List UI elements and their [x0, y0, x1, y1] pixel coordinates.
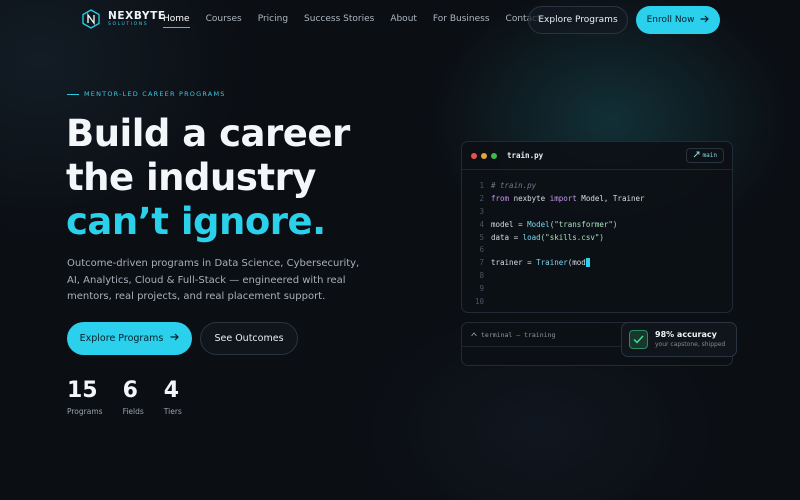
- line-number: 7: [479, 258, 484, 268]
- stat-label: Programs: [67, 407, 103, 416]
- enroll-now-button[interactable]: Enroll Now: [636, 6, 720, 34]
- code-keyword: from: [491, 193, 510, 203]
- line-number: 5: [479, 232, 484, 242]
- line-number: 6: [479, 245, 484, 255]
- headline-text: Build a career the industry: [66, 112, 350, 199]
- explore-programs-label: Explore Programs: [79, 333, 164, 344]
- hero-stats: 15 Programs 6 Fields 4 Tiers: [67, 378, 202, 416]
- branch-badge: main: [685, 148, 724, 163]
- code-line: 5 data = load ("skills.csv"): [462, 231, 732, 244]
- stat-label: Tiers: [163, 407, 182, 416]
- line-number: 1: [479, 180, 484, 190]
- code-line: 1 # train.py: [462, 179, 732, 192]
- see-outcomes-label: See Outcomes: [214, 333, 284, 344]
- nav-link-pricing[interactable]: Pricing: [258, 14, 288, 24]
- line-number: 2: [479, 193, 484, 203]
- nav-link-success-stories[interactable]: Success Stories: [304, 14, 374, 24]
- code-filename: train.py: [507, 151, 544, 160]
- code-line: 8: [462, 269, 732, 282]
- nav-explore-label: Explore Programs: [538, 15, 618, 25]
- code-text: nexbyte: [509, 193, 550, 203]
- stat-programs: 15 Programs: [67, 378, 103, 416]
- stat-fields: 6 Fields: [123, 378, 144, 416]
- code-comment: # train.py: [491, 180, 537, 190]
- arrow-right-icon: [700, 15, 710, 26]
- code-editor-header: train.py main: [462, 142, 732, 170]
- stat-value: 6: [122, 378, 138, 403]
- checkmark-icon: [629, 330, 648, 349]
- code-line: 2 from nexbyte import Model, Trainer: [462, 192, 732, 205]
- line-number: 4: [479, 219, 484, 229]
- window-maximize-dot: [491, 152, 497, 159]
- line-number: 10: [474, 296, 484, 306]
- line-number: 3: [479, 206, 484, 216]
- code-keyword: import: [549, 193, 577, 203]
- code-line: 3: [462, 205, 732, 218]
- eyebrow-text: MENTOR-LED CAREER PROGRAMS: [84, 90, 226, 98]
- code-line: 10: [462, 295, 732, 308]
- headline-accent: can’t ignore.: [66, 200, 326, 243]
- see-outcomes-button[interactable]: See Outcomes: [200, 322, 298, 355]
- code-editor-card: train.py main 1 # train.py 2 from nexbyte …: [461, 141, 733, 313]
- code-line: 7 trainer = Trainer (mod: [462, 256, 732, 269]
- arrow-right-icon: [170, 333, 180, 344]
- code-text: Model, Trainer: [576, 193, 645, 203]
- stat-tiers: 4 Tiers: [164, 378, 182, 416]
- code-body: 1 # train.py 2 from nexbyte import Model, …: [462, 170, 732, 308]
- stat-value: 15: [67, 378, 98, 403]
- terminal-caret-icon: [471, 331, 477, 339]
- nav-link-for-business[interactable]: For Business: [433, 14, 490, 24]
- code-string: ("skills.csv"): [540, 232, 604, 242]
- nav-link-about[interactable]: About: [390, 14, 417, 24]
- eyebrow-divider: [67, 93, 79, 95]
- hero-subtext: Outcome-driven programs in Data Science,…: [67, 258, 360, 302]
- badge-title: 98% accuracy: [655, 330, 717, 339]
- window-close-dot: [471, 152, 477, 159]
- nav-link-home[interactable]: Home: [163, 14, 190, 28]
- branch-name: main: [702, 152, 717, 159]
- badge-text: 98% accuracy your capstone, shipped: [655, 331, 725, 348]
- code-function: Model: [527, 219, 550, 229]
- code-function: Trainer: [536, 258, 568, 268]
- n-hexagon-icon: [82, 9, 100, 29]
- nav-explore-programs-button[interactable]: Explore Programs: [528, 6, 628, 34]
- code-text: model =: [491, 219, 528, 229]
- hero-headline: Build a career the industry can’t ignore…: [66, 112, 426, 244]
- code-line: 4 model = Model ("transformer"): [462, 218, 732, 231]
- enroll-label: Enroll Now: [646, 15, 695, 25]
- brand-logo[interactable]: NEXBYTE SOLUTIONS: [82, 9, 166, 29]
- code-string: ("transformer"): [549, 219, 618, 229]
- nav-link-courses[interactable]: Courses: [206, 14, 242, 24]
- code-line: 6: [462, 243, 732, 256]
- code-text: trainer =: [491, 258, 537, 268]
- badge-subtitle: your capstone, shipped: [655, 341, 726, 348]
- top-nav: NEXBYTE SOLUTIONS Home Courses Pricing S…: [0, 0, 800, 40]
- code-function: load: [522, 232, 541, 242]
- text-cursor: [585, 258, 590, 268]
- window-minimize-dot: [481, 152, 487, 159]
- stat-value: 4: [163, 378, 180, 403]
- brand-text: NEXBYTE SOLUTIONS: [108, 9, 166, 28]
- terminal-title: terminal — training: [481, 330, 556, 339]
- code-text: (mod: [567, 258, 586, 268]
- code-line: 9: [462, 282, 732, 295]
- line-number: 8: [479, 271, 484, 281]
- git-branch-icon: [693, 151, 700, 160]
- accuracy-badge: 98% accuracy your capstone, shipped: [621, 322, 737, 357]
- hero-eyebrow: MENTOR-LED CAREER PROGRAMS: [67, 90, 226, 98]
- stat-label: Fields: [122, 407, 144, 416]
- brand-name: NEXBYTE: [108, 9, 166, 22]
- code-text: data =: [491, 232, 523, 242]
- line-number: 9: [479, 284, 484, 294]
- brand-tagline: SOLUTIONS: [108, 22, 149, 27]
- nav-links: Home Courses Pricing Success Stories Abo…: [163, 14, 557, 28]
- explore-programs-button[interactable]: Explore Programs: [67, 322, 192, 355]
